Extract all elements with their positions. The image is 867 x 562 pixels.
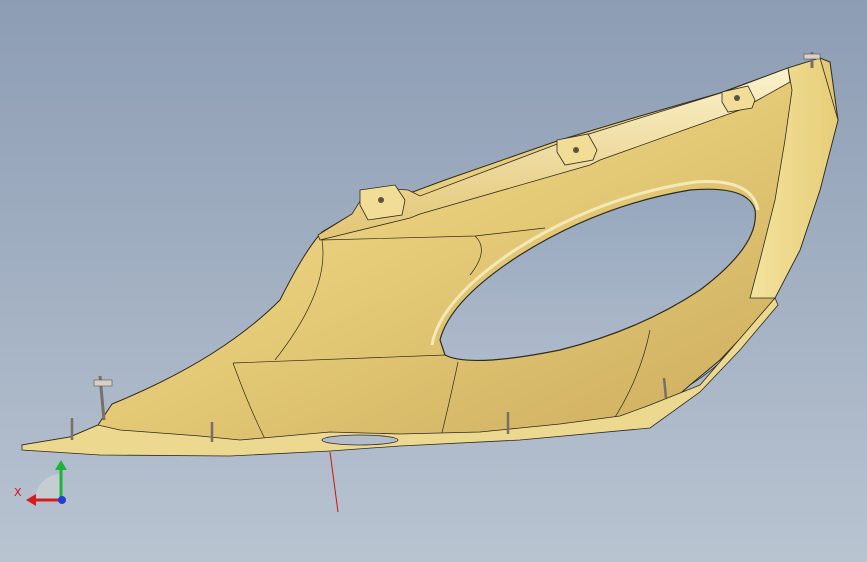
x-axis-label: X bbox=[14, 486, 22, 499]
cad-model-view[interactable] bbox=[0, 0, 867, 562]
mounting-tab-3[interactable] bbox=[721, 85, 756, 113]
3d-viewport[interactable]: X bbox=[0, 0, 867, 562]
z-axis-dot bbox=[58, 496, 66, 504]
selection-indicator-line bbox=[329, 451, 339, 513]
orientation-triad[interactable] bbox=[26, 460, 67, 506]
lower-slot[interactable] bbox=[321, 434, 399, 446]
mounting-tab-1[interactable] bbox=[359, 184, 406, 221]
mounting-tab-2[interactable] bbox=[556, 133, 598, 166]
